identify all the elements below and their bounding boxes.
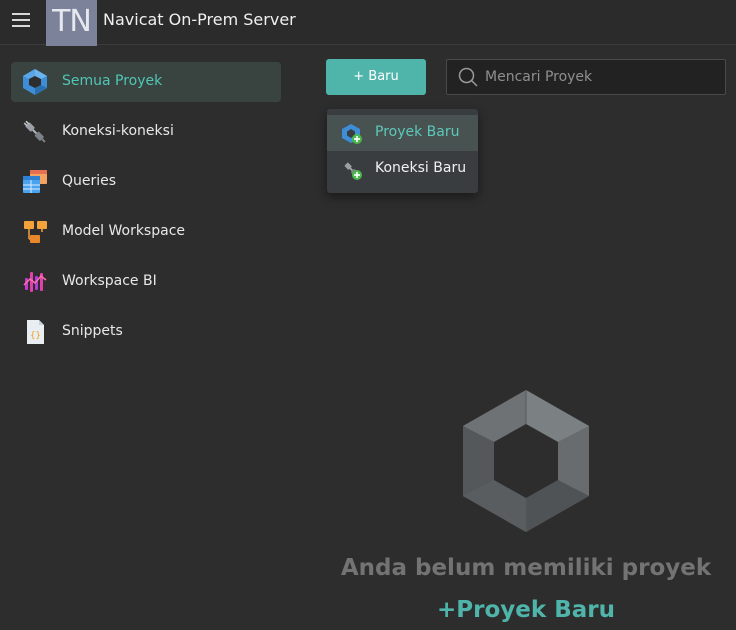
new-button[interactable]: + Baru [326, 59, 426, 95]
connection-plug-icon [23, 120, 46, 143]
empty-state-message: Anda belum memiliki proyek [340, 555, 712, 581]
menu-item-label: Proyek Baru [375, 124, 460, 140]
search-input[interactable]: Mencari Proyek [446, 59, 726, 95]
sidebar-item-label: Semua Proyek [62, 73, 163, 89]
new-project-icon [342, 124, 362, 144]
menu-item-new-project[interactable]: Proyek Baru [327, 115, 478, 151]
model-workspace-icon [24, 221, 47, 243]
sidebar-item-queries[interactable]: Queries [11, 162, 281, 202]
bi-workspace-icon [23, 272, 47, 292]
new-connection-icon [344, 162, 362, 180]
snippets-file-icon: {} [27, 320, 44, 344]
empty-projects-hexagon-icon [463, 390, 589, 532]
sidebar-item-connections[interactable]: Koneksi-koneksi [11, 112, 281, 152]
sidebar: Semua Proyek Koneksi-koneksi Queries Mod… [0, 45, 292, 630]
hamburger-menu-icon[interactable] [12, 12, 30, 28]
sidebar-item-all-projects[interactable]: Semua Proyek [11, 62, 281, 102]
avatar[interactable]: TN [46, 0, 97, 46]
search-placeholder: Mencari Proyek [485, 69, 593, 85]
sidebar-item-label: Workspace BI [62, 273, 157, 289]
sidebar-item-label: Koneksi-koneksi [62, 123, 174, 139]
top-bar: TN Navicat On-Prem Server [0, 0, 736, 46]
new-dropdown-menu: Proyek Baru Koneksi Baru [327, 109, 478, 193]
sidebar-item-snippets[interactable]: {} Snippets [11, 312, 281, 352]
app-title: Navicat On-Prem Server [103, 10, 296, 29]
menu-item-label: Koneksi Baru [375, 160, 467, 176]
sidebar-item-workspace-bi[interactable]: Workspace BI [11, 262, 281, 302]
queries-table-icon [23, 170, 47, 193]
svg-text:{}: {} [30, 331, 41, 341]
all-projects-icon [23, 69, 47, 95]
menu-item-new-connection[interactable]: Koneksi Baru [327, 151, 478, 187]
sidebar-item-model-workspace[interactable]: Model Workspace [11, 212, 281, 252]
search-icon [458, 67, 478, 87]
sidebar-item-label: Snippets [62, 323, 123, 339]
sidebar-item-label: Queries [62, 173, 117, 189]
sidebar-item-label: Model Workspace [62, 223, 186, 239]
new-project-link[interactable]: +Proyek Baru [300, 597, 736, 623]
